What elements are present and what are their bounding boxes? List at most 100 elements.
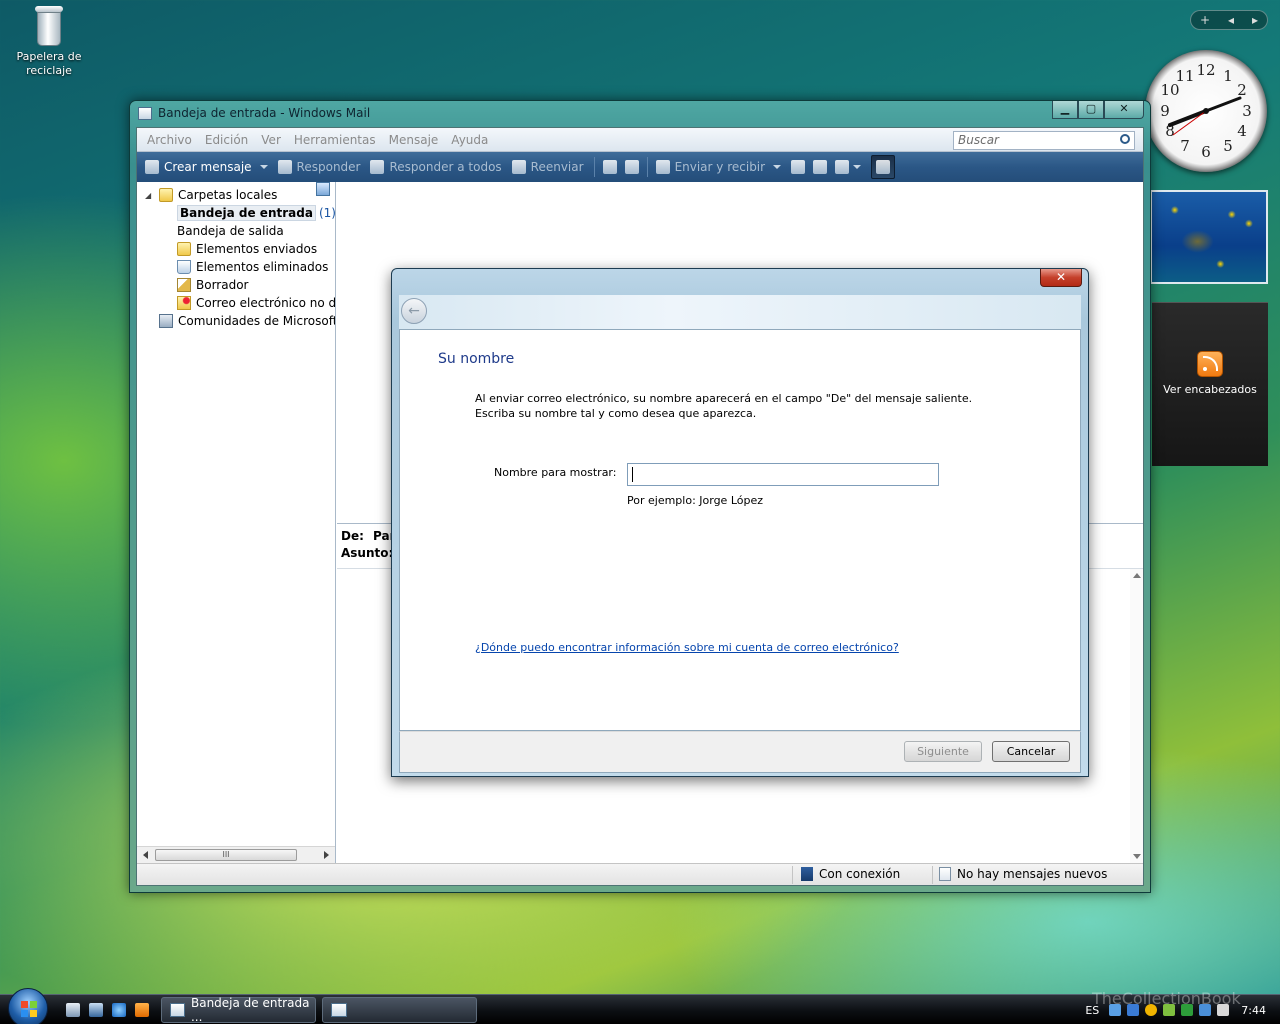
calendar-icon[interactable] [813, 160, 828, 174]
close-button[interactable]: ✕ [1104, 101, 1144, 119]
dialog-footer: Siguiente Cancelar [399, 731, 1081, 773]
clock-time[interactable]: 7:44 [1241, 1004, 1266, 1017]
recycle-bin-desktop-icon[interactable]: Papelera de reciclaje [12, 4, 86, 78]
slideshow-gadget[interactable] [1150, 190, 1268, 284]
deleted-items-label: Elementos eliminados [196, 260, 329, 274]
message-status-label: No hay mensajes nuevos [957, 867, 1108, 881]
toolbar-separator [593, 157, 595, 177]
preview-header: De: Asunto: Par [341, 528, 396, 562]
scroll-up-icon[interactable] [1133, 573, 1141, 578]
menu-ayuda[interactable]: Ayuda [451, 133, 488, 147]
switch-windows-icon[interactable] [89, 1003, 103, 1017]
scroll-left-icon[interactable] [143, 851, 148, 859]
search-input[interactable]: Buscar [953, 131, 1135, 150]
connection-status: Con conexión [801, 867, 900, 881]
next-button[interactable]: Siguiente [904, 741, 982, 762]
preview-vertical-scrollbar[interactable] [1130, 569, 1143, 863]
clock-gadget[interactable]: 12 1 2 3 4 5 6 7 8 9 10 11 [1145, 50, 1267, 172]
status-divider [932, 866, 933, 884]
find-dropdown-icon[interactable] [853, 165, 862, 169]
rss-icon [1197, 351, 1223, 377]
feed-headlines-label[interactable]: Ver encabezados [1152, 383, 1268, 396]
tree-item-communities[interactable]: Comunidades de Microsoft [137, 312, 335, 330]
new-message-icon [145, 160, 159, 174]
feed-headlines-gadget[interactable]: Ver encabezados [1152, 302, 1268, 466]
connection-status-label: Con conexión [819, 867, 901, 881]
tree-item-deleted-items[interactable]: Elementos eliminados [137, 258, 335, 276]
reply-all-button[interactable]: Responder a todos [370, 160, 502, 174]
collapse-icon[interactable]: ◢ [145, 191, 159, 200]
sent-items-icon [177, 242, 191, 256]
deleted-items-icon [177, 260, 191, 274]
send-receive-icon [655, 160, 670, 174]
taskbar-item-windows-mail[interactable]: Bandeja de entrada ... [161, 996, 316, 1024]
mail-app-icon [331, 1003, 347, 1017]
outbox-label: Bandeja de salida [177, 224, 284, 238]
maximize-button[interactable]: ▢ [1078, 101, 1104, 119]
sent-items-label: Elementos enviados [196, 242, 318, 256]
junk-mail-label: Correo electrónico no des [196, 296, 336, 310]
communities-label: Comunidades de Microsoft [178, 314, 336, 328]
tree-item-inbox[interactable]: Bandeja de entrada (1) [137, 182, 335, 222]
menu-edicion[interactable]: Edición [205, 133, 248, 147]
taskbar-item-label: Bandeja de entrada ... [190, 996, 310, 1024]
folder-tree: ◢ Carpetas locales Bandeja de entrada (1… [137, 182, 335, 330]
status-divider [792, 866, 793, 884]
folder-pane: ◢ Carpetas locales Bandeja de entrada (1… [137, 182, 336, 863]
new-message-button[interactable]: Crear mensaje [145, 160, 252, 174]
previous-page-icon[interactable]: ◂ [1228, 13, 1234, 27]
new-message-dropdown-icon[interactable] [259, 165, 268, 169]
next-page-icon[interactable]: ▸ [1252, 13, 1258, 27]
back-arrow-icon[interactable]: ← [401, 298, 427, 324]
mail-status-icon [939, 867, 951, 881]
add-gadget-button[interactable]: + [1200, 13, 1210, 27]
find-icon[interactable] [835, 160, 850, 174]
print-icon[interactable] [602, 160, 617, 174]
dialog-body: Su nombre Al enviar correo electrónico, … [399, 329, 1081, 731]
display-name-input[interactable] [627, 463, 939, 486]
forward-button[interactable]: Reenviar [511, 160, 584, 174]
reply-button[interactable]: Responder [277, 160, 360, 174]
new-message-label: Crear mensaje [164, 160, 252, 174]
drafts-label: Borrador [196, 278, 249, 292]
folder-pane-horizontal-scrollbar[interactable]: III [137, 846, 335, 863]
taskbar-item-dialog[interactable] [322, 997, 477, 1023]
dialog-close-button[interactable]: ✕ [1040, 269, 1082, 287]
minimize-button[interactable]: ▁ [1052, 101, 1078, 119]
menu-mensaje[interactable]: Mensaje [389, 133, 439, 147]
toolbar: Crear mensaje Responder Responder a todo… [137, 152, 1143, 182]
inbox-label: Bandeja de entrada [177, 205, 316, 221]
tree-item-outbox[interactable]: Bandeja de salida [137, 182, 335, 240]
contacts-icon[interactable] [791, 160, 806, 174]
menu-ver[interactable]: Ver [261, 133, 281, 147]
scroll-down-icon[interactable] [1133, 854, 1141, 859]
cancel-button[interactable]: Cancelar [992, 741, 1070, 762]
send-receive-label: Enviar y recibir [674, 160, 766, 174]
scroll-thumb[interactable]: III [155, 849, 297, 861]
tree-item-junk[interactable]: Correo electrónico no des [137, 294, 335, 312]
tree-item-sent-items[interactable]: Elementos enviados [137, 240, 335, 258]
send-receive-dropdown-icon[interactable] [773, 165, 782, 169]
internet-explorer-icon[interactable] [112, 1003, 126, 1017]
account-info-help-link[interactable]: ¿Dónde puedo encontrar información sobre… [475, 641, 899, 654]
layout-toggle-button[interactable] [871, 155, 896, 179]
start-button[interactable] [8, 988, 48, 1024]
taskbar: Bandeja de entrada ... ES 7:44 [0, 988, 1280, 1024]
delete-icon[interactable] [624, 160, 639, 174]
recycle-bin-icon [33, 4, 65, 46]
scroll-right-icon[interactable] [324, 851, 329, 859]
menu-archivo[interactable]: Archivo [147, 133, 192, 147]
text-cursor [632, 467, 633, 482]
menu-bar: Archivo Edición Ver Herramientas Mensaje… [137, 128, 1143, 152]
menu-herramientas[interactable]: Herramientas [294, 133, 376, 147]
sidebar-controls: + ◂ ▸ [1190, 10, 1268, 30]
media-player-icon[interactable] [135, 1003, 149, 1017]
search-icon[interactable] [1120, 134, 1130, 144]
send-receive-button[interactable]: Enviar y recibir [655, 160, 766, 174]
reply-all-icon [370, 160, 385, 174]
tree-item-local-folders[interactable]: ◢ Carpetas locales [137, 186, 335, 204]
message-status: No hay mensajes nuevos [939, 867, 1107, 881]
outbox-icon [316, 182, 330, 196]
tree-item-drafts[interactable]: Borrador [137, 276, 335, 294]
show-desktop-icon[interactable] [66, 1003, 80, 1017]
